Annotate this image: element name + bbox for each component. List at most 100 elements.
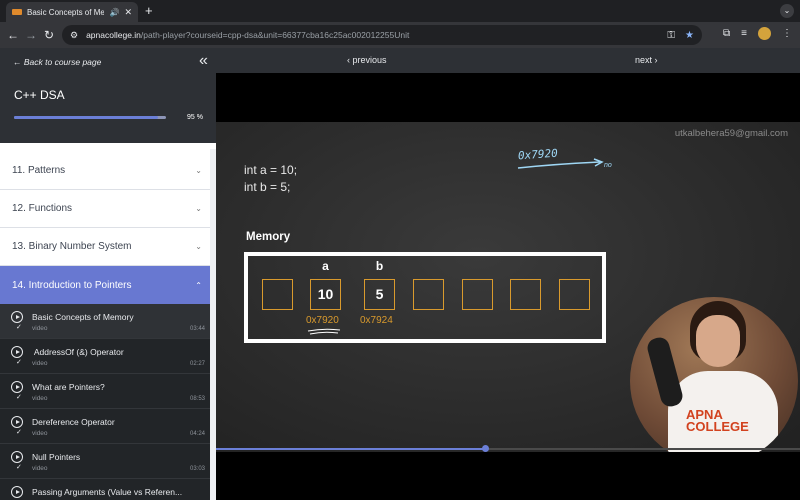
play-circle-icon [11,451,23,463]
video-player-area: ‹ previous next › utkalbehera59@gmail.co… [216,48,800,500]
reload-icon[interactable]: ↻ [40,28,58,42]
presenter-face [696,315,740,367]
microphone-icon [645,335,685,409]
lesson-navigation: ‹ previous next › [216,48,800,73]
presenter-webcam: APNA COLLEGE [630,297,798,465]
lesson-duration: 03:44 [189,326,205,332]
code-snippet: int a = 10; int b = 5; [244,162,297,196]
lesson-title: What are Pointers? [32,382,105,392]
lesson-type: video [32,465,48,472]
lesson-duration: 08:53 [189,396,205,402]
forward-icon[interactable]: → [22,28,40,42]
back-to-course-link[interactable]: ← Back to course page [13,57,101,67]
speaker-icon[interactable]: 🔊 [109,8,119,17]
course-sidebar: ← Back to course page « C++ DSA 95 % 11.… [0,48,216,500]
code-line: int b = 5; [244,180,291,194]
handwritten-note: no [604,162,612,169]
play-circle-icon [11,381,23,393]
course-progress-fill [14,116,159,119]
chalk-underline-icon [307,328,341,335]
variable-label: a [322,259,329,273]
shirt-logo: APNA COLLEGE [686,407,749,434]
lesson-list: ✓ Basic Concepts of Memory video 03:44 ✓… [0,304,210,500]
memory-cell: 10 [310,279,341,310]
lesson-item[interactable]: ✓ Basic Concepts of Memory video 03:44 [0,304,210,339]
address-bar[interactable]: ⚙ apnacollege.in/path-player?courseid=cp… [62,25,702,45]
seek-handle[interactable] [481,445,489,452]
seek-bar[interactable] [216,448,800,450]
memory-cell [262,279,293,310]
section-functions[interactable]: 12. Functions ⌄ [0,190,210,228]
course-title: C++ DSA [14,88,65,102]
video-frame[interactable]: utkalbehera59@gmail.com int a = 10; int … [216,122,800,500]
new-tab-icon[interactable]: + [145,3,153,19]
memory-diagram: a 10 0x7920 b 5 0x7924 [244,252,606,343]
memory-address: 0x7924 [360,315,393,326]
code-line: int a = 10; [244,163,298,177]
memory-cell [510,279,541,310]
lesson-title: Dereference Operator [32,417,115,427]
site-favicon-icon [12,9,22,15]
chevron-up-icon: ⌃ [195,280,202,290]
lesson-item[interactable]: ✓ Dereference Operator video 04:24 [0,409,210,444]
back-icon[interactable]: ← [4,28,22,42]
section-binary-number-system[interactable]: 13. Binary Number System ⌄ [0,228,210,266]
previous-lesson-button[interactable]: ‹ previous [347,55,387,65]
play-circle-icon [11,311,23,323]
checkmark-icon: ✓ [16,359,22,366]
tab-title: Basic Concepts of Memor [27,7,105,17]
course-progress-label: 95 % [187,114,203,121]
lesson-item[interactable]: Passing Arguments (Value vs Referen... v… [0,479,210,500]
media-controls-icon[interactable]: ≡ [741,28,747,39]
section-patterns[interactable]: 11. Patterns ⌄ [0,152,210,190]
lesson-type: video [32,430,48,437]
section-introduction-to-pointers[interactable]: 14. Introduction to Pointers ⌃ [0,266,210,304]
player-controls [216,452,800,500]
handwritten-arrow-icon [517,158,604,169]
lesson-type: video [32,360,48,367]
lesson-title: Passing Arguments (Value vs Referen... [32,487,183,497]
seek-bar-fill [216,448,485,450]
lesson-duration: 03:03 [189,466,205,472]
collapse-sidebar-icon[interactable]: « [199,52,208,70]
lesson-title: AddressOf (&) Operator [32,347,124,357]
lesson-item[interactable]: ✓ Null Pointers video 03:03 [0,444,210,479]
sidebar-header: ← Back to course page « C++ DSA 95 % [0,48,216,143]
memory-cell: 5 [364,279,395,310]
toolbar-actions: ⧉ ≡ ⋮ [723,27,792,40]
profile-avatar[interactable] [758,27,771,40]
browser-tabstrip: Basic Concepts of Memor 🔊 ✕ + ⌄ [0,0,800,22]
memory-address: 0x7920 [306,315,339,326]
browser-tab[interactable]: Basic Concepts of Memor 🔊 ✕ [6,2,138,22]
play-circle-icon [11,486,23,498]
memory-label: Memory [246,231,291,243]
lesson-type: video [32,395,48,402]
chalkboard: utkalbehera59@gmail.com int a = 10; int … [216,122,800,465]
course-progress-bar [14,116,166,119]
site-info-icon[interactable]: ⚙ [70,30,78,41]
chevron-down-icon: ⌄ [195,204,202,213]
memory-cell [462,279,493,310]
browser-toolbar: ← → ↻ ⚙ apnacollege.in/path-player?cours… [0,22,800,48]
chevron-down-icon: ⌄ [195,242,202,251]
memory-cell [559,279,590,310]
section-list: 11. Patterns ⌄ 12. Functions ⌄ 13. Binar… [0,152,210,500]
checkmark-icon: ✓ [16,394,22,401]
memory-cell [413,279,444,310]
bookmark-star-icon[interactable]: ★ [685,30,694,41]
play-circle-icon [11,346,23,358]
close-tab-icon[interactable]: ✕ [124,7,132,18]
url-text[interactable]: apnacollege.in/path-player?courseid=cpp-… [86,30,657,40]
watermark-email: utkalbehera59@gmail.com [674,128,788,139]
lesson-type: video [32,325,48,332]
lesson-title: Basic Concepts of Memory [32,312,134,322]
extensions-icon[interactable]: ⧉ [723,28,730,39]
password-key-icon[interactable]: ⚿ [667,30,675,41]
tab-search-icon[interactable]: ⌄ [780,4,794,18]
menu-dots-icon[interactable]: ⋮ [782,28,792,39]
lesson-duration: 04:24 [189,431,205,437]
lesson-item[interactable]: ✓ What are Pointers? video 08:53 [0,374,210,409]
next-lesson-button[interactable]: next › [635,55,658,65]
lesson-item[interactable]: ✓ AddressOf (&) Operator video 02:27 [0,339,210,374]
variable-label: b [375,259,384,273]
